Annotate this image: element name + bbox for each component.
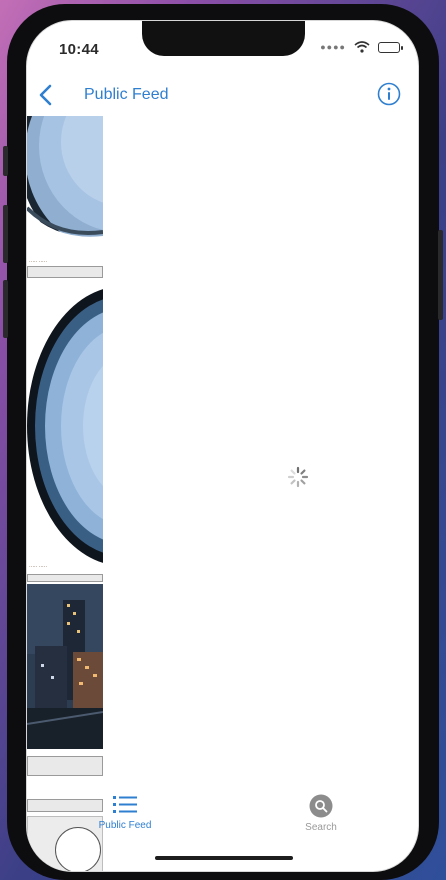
loading-spinner-icon bbox=[287, 466, 309, 488]
feed-image bbox=[27, 116, 103, 266]
search-icon bbox=[309, 794, 333, 818]
power-button bbox=[438, 230, 443, 320]
page-title: Public Feed bbox=[84, 86, 169, 103]
feed-caption: ····· ····· bbox=[29, 259, 48, 265]
feed-item-footer bbox=[27, 756, 103, 776]
battery-icon bbox=[378, 41, 403, 53]
feed-caption: ····· ····· bbox=[29, 564, 48, 570]
volume-down-button bbox=[3, 280, 8, 338]
signal-icon: ●●●● bbox=[320, 42, 346, 52]
feed-image bbox=[27, 284, 103, 574]
status-time: 10:44 bbox=[59, 41, 99, 58]
list-icon bbox=[113, 796, 137, 813]
tab-search[interactable]: Search bbox=[289, 794, 353, 833]
tab-public-feed[interactable]: Public Feed bbox=[87, 794, 163, 831]
tab-label: Search bbox=[305, 822, 337, 833]
assistive-touch-button[interactable] bbox=[55, 827, 101, 871]
feed-image bbox=[27, 584, 103, 749]
feed-list[interactable]: ····· ····· ····· ····· bbox=[27, 116, 103, 871]
wifi-icon bbox=[354, 41, 370, 53]
home-indicator[interactable] bbox=[155, 856, 293, 860]
back-button[interactable] bbox=[35, 81, 57, 109]
feed-item-footer bbox=[27, 574, 103, 582]
feed-item[interactable]: ····· ····· bbox=[27, 284, 103, 574]
navigation-bar: Public Feed bbox=[27, 76, 418, 116]
feed-item[interactable]: ····· ····· bbox=[27, 116, 103, 266]
info-button[interactable] bbox=[377, 82, 401, 106]
mute-switch bbox=[3, 146, 8, 176]
notch bbox=[142, 21, 305, 56]
tab-label: Public Feed bbox=[98, 820, 152, 831]
app-screen: 10:44 ●●●● Public Feed ····· ····· ·····… bbox=[26, 20, 419, 872]
feed-item-footer bbox=[27, 266, 103, 278]
feed-item[interactable] bbox=[27, 584, 103, 749]
status-icons: ●●●● bbox=[320, 41, 403, 53]
volume-up-button bbox=[3, 205, 8, 263]
